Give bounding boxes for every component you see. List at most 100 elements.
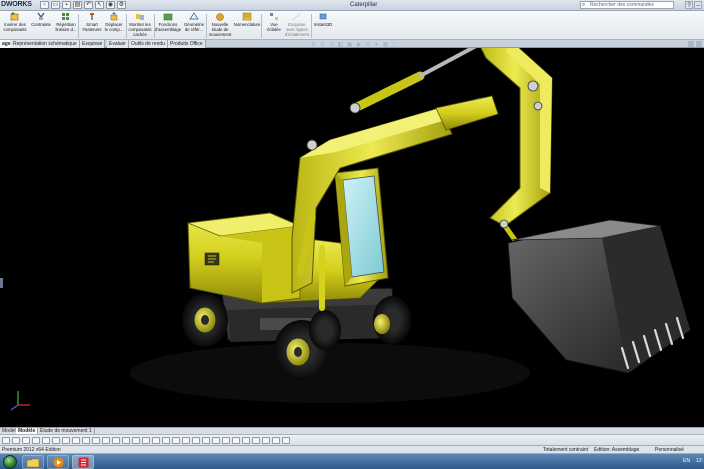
orientation-icon[interactable] <box>262 436 270 444</box>
tab-render-tools[interactable]: Outils de rendu <box>129 40 168 48</box>
wheel-rear-right <box>309 310 341 350</box>
search-icon: ⌕ <box>582 2 586 8</box>
status-bar: Premium 2012 x64 Edition Totalement cont… <box>0 445 704 453</box>
instant3d-button[interactable]: Instant3D <box>309 12 337 27</box>
ribbon-label: Déplacer le comp... <box>104 22 124 32</box>
print-icon[interactable]: ▤ <box>73 1 82 9</box>
playback-speed-icon[interactable] <box>42 436 50 444</box>
smart-fasteners-icon <box>90 13 94 20</box>
ribbon-label: Insérer des composants <box>3 22 27 32</box>
rebuild-icon[interactable]: ◉ <box>106 1 115 9</box>
solidworks-window: DWORKS ▫ ▭ ▪ ▤ ↶ ↖ ◉ ⚙ Caterpillar ⌕ Rec… <box>0 0 704 469</box>
instant3d-icon <box>319 13 327 20</box>
stop-icon[interactable] <box>32 436 40 444</box>
insert-components-icon <box>10 12 19 21</box>
move-component-button[interactable]: Déplacer le comp... <box>100 12 128 32</box>
system-clock[interactable]: 12: <box>696 458 703 464</box>
insert-components-button[interactable]: Insérer des composants <box>1 12 29 32</box>
lock-icon[interactable] <box>272 436 280 444</box>
title-bar: DWORKS ▫ ▭ ▪ ▤ ↶ ↖ ◉ ⚙ Caterpillar ⌕ Rec… <box>0 0 704 11</box>
timeline-options-icon[interactable] <box>242 436 250 444</box>
show-hidden-components-button[interactable]: Montrer les composants cachés <box>126 12 154 37</box>
open-folder-icon[interactable]: ▭ <box>51 1 60 9</box>
bom-button[interactable]: Nomenclature <box>233 12 261 27</box>
results-icon[interactable] <box>162 436 170 444</box>
mate-button[interactable]: Contrainte <box>27 12 55 27</box>
explode-line-sketch-icon <box>292 12 302 21</box>
ribbon-label: Instant3D <box>313 22 333 27</box>
new-document-icon[interactable]: ▫ <box>40 1 49 9</box>
solidworks-taskbar-button[interactable] <box>72 455 94 469</box>
force-icon[interactable] <box>132 436 140 444</box>
calculate-icon[interactable] <box>2 436 10 444</box>
help-icon[interactable]: ? <box>685 1 693 9</box>
expand-icon[interactable] <box>232 436 240 444</box>
tab-office-products[interactable]: Produits Office <box>168 40 206 48</box>
ribbon-label: Nomenclature <box>233 22 261 27</box>
linear-pattern-button[interactable]: Répétition linéaire d... <box>52 12 80 32</box>
collapse-icon[interactable] <box>222 436 230 444</box>
mate-icon <box>37 12 45 20</box>
tab-sketch[interactable]: Esquisse <box>80 40 106 48</box>
command-search-input[interactable]: ⌕ Rechercher des commandes <box>580 1 674 9</box>
contact-icon[interactable] <box>142 436 150 444</box>
playback-mode-icon[interactable] <box>52 436 60 444</box>
ribbon-label: Smart Fasteners <box>82 22 102 32</box>
zoom-fit-timeline-icon[interactable] <box>212 436 220 444</box>
ribbon-label: Géométrie de référ... <box>183 22 205 32</box>
folder-icon <box>27 458 39 467</box>
start-button[interactable] <box>3 455 17 469</box>
window-controls: ? – <box>685 1 702 9</box>
bom-icon <box>242 12 252 21</box>
linear-pattern-icon <box>62 13 69 20</box>
gravity-icon[interactable] <box>152 436 160 444</box>
close-icon[interactable] <box>696 41 702 47</box>
reference-geometry-icon <box>189 12 199 20</box>
ribbon-label: Esquisse avec lignes d'éclatement <box>284 22 310 37</box>
assembly-features-button[interactable]: Fonctions d'assemblage <box>154 12 182 32</box>
ribbon-label: Nouvelle étude de mouvement <box>208 22 232 37</box>
minimize-icon[interactable]: – <box>694 1 702 9</box>
play-from-start-icon[interactable] <box>12 436 20 444</box>
pin-icon[interactable] <box>282 436 290 444</box>
media-player-taskbar-button[interactable] <box>47 455 69 469</box>
spring-icon[interactable] <box>112 436 120 444</box>
filter-icon[interactable] <box>182 436 190 444</box>
tab-schematic[interactable]: Représentation schématique <box>11 40 80 48</box>
tab-evaluate[interactable]: Evaluer <box>107 40 129 48</box>
zoom-in-icon[interactable] <box>192 436 200 444</box>
motion-toolbar <box>0 434 704 445</box>
excavator-model <box>10 48 691 411</box>
damper-icon[interactable] <box>122 436 130 444</box>
add-key-icon[interactable] <box>92 436 100 444</box>
reference-geometry-button[interactable]: Géométrie de référ... <box>180 12 208 32</box>
view-keys-icon[interactable] <box>252 436 260 444</box>
window-title: Caterpillar <box>350 2 378 8</box>
options-icon[interactable]: ⚙ <box>117 1 126 9</box>
graphics-area[interactable] <box>0 48 704 430</box>
new-motion-study-button[interactable]: Nouvelle étude de mouvement <box>206 12 234 37</box>
autokey-icon[interactable] <box>82 436 90 444</box>
wheel-front-right <box>373 296 411 344</box>
zoom-out-icon[interactable] <box>202 436 210 444</box>
animation-wizard-icon[interactable] <box>72 436 80 444</box>
move-component-icon <box>110 12 118 21</box>
play-icon[interactable] <box>22 436 30 444</box>
save-animation-icon[interactable] <box>62 436 70 444</box>
explode-line-sketch-button[interactable]: Esquisse avec lignes d'éclatement <box>283 12 311 37</box>
operator-cab <box>334 167 389 287</box>
language-indicator[interactable]: EN <box>683 458 690 464</box>
ground-shadow <box>130 343 530 403</box>
undo-icon[interactable]: ↶ <box>84 1 93 9</box>
explorer-taskbar-button[interactable] <box>22 455 44 469</box>
show-hidden-icon <box>136 14 144 20</box>
properties-icon[interactable] <box>172 436 180 444</box>
restore-icon[interactable] <box>688 41 694 47</box>
motor-icon[interactable] <box>102 436 110 444</box>
save-icon[interactable]: ▪ <box>62 1 71 9</box>
select-icon[interactable]: ↖ <box>95 1 104 9</box>
ribbon-label: Contrainte <box>31 22 51 27</box>
media-player-icon <box>53 457 63 467</box>
assembly-features-icon <box>163 13 173 21</box>
stick-arm <box>480 48 553 242</box>
